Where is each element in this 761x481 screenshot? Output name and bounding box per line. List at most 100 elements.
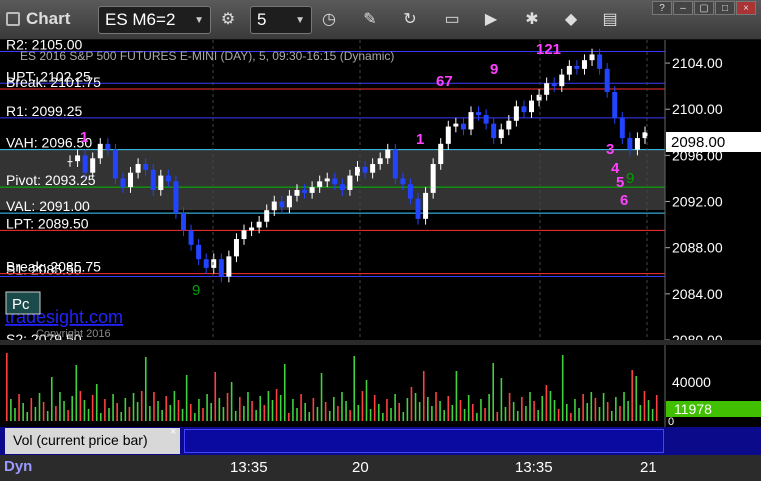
volume-bar: [292, 399, 294, 421]
volume-bar: [508, 393, 511, 421]
candle-body: [82, 155, 88, 173]
candle-body: [241, 230, 247, 240]
candle-body: [634, 138, 640, 150]
candle-body: [158, 175, 164, 190]
volume-bar: [263, 405, 266, 421]
volume-tick: 0: [668, 416, 674, 427]
volume-bar: [361, 391, 364, 421]
y-tick-label: 2100.00: [672, 101, 723, 117]
candle-body: [506, 120, 512, 130]
volume-bar: [128, 407, 131, 421]
volume-bar: [439, 401, 441, 421]
candle-body: [294, 190, 300, 196]
volume-bar: [349, 410, 351, 421]
volume-bar: [496, 412, 499, 421]
candle-body: [551, 83, 557, 87]
volume-bar: [422, 371, 425, 421]
y-tick-label: 2092.00: [672, 194, 723, 210]
volume-bar: [549, 391, 552, 421]
volume-bar: [521, 397, 523, 421]
volume-bar: [492, 363, 495, 421]
candle-body: [196, 244, 202, 260]
clock-icon[interactable]: ◷: [316, 7, 342, 33]
candle-body: [233, 239, 239, 257]
price-chart[interactable]: R2: 2105.00 UPT: 2102.25 Break: 2101.75 R1:…: [0, 37, 761, 348]
volume-bar: [136, 402, 139, 421]
volume-panel-area: [184, 429, 664, 453]
volume-bar: [402, 412, 405, 421]
volume-bar: [161, 410, 163, 421]
chart-header: ES 2016 S&P 500 FUTURES E-MINI (DAY), 5,…: [20, 49, 394, 63]
volume-bar: [443, 410, 445, 421]
candle-body: [536, 94, 542, 101]
volume-tick: 40000: [672, 374, 711, 390]
volume-bar: [165, 396, 168, 421]
volume-bar: [79, 391, 82, 421]
refresh-icon[interactable]: ↻: [397, 7, 423, 33]
settings-icon[interactable]: ✱: [519, 7, 545, 33]
bars-icon[interactable]: ▤: [597, 7, 623, 33]
y-tick-label: 2080.00: [672, 332, 723, 340]
interval-combo[interactable]: 5 ▼: [250, 6, 312, 34]
candle-body: [521, 106, 527, 113]
volume-bar: [582, 394, 584, 421]
close-icon[interactable]: ×: [170, 426, 176, 438]
candle-body: [574, 65, 580, 69]
help-icon[interactable]: ?: [652, 1, 672, 15]
volume-bar: [586, 403, 589, 421]
marker-label: 121: [536, 41, 561, 58]
volume-bar: [194, 413, 196, 421]
marker-label: 1: [416, 131, 424, 148]
volume-bar: [275, 389, 278, 421]
marker-label: 6: [620, 192, 628, 209]
candle-body: [400, 178, 406, 185]
volume-bar: [655, 395, 658, 421]
volume-panel-label[interactable]: Vol (current price bar): [5, 428, 180, 454]
volume-bar: [357, 405, 360, 421]
symbol-combo[interactable]: ES M6=2 ▼: [98, 6, 211, 34]
volume-bar: [59, 392, 61, 421]
volume-bar: [377, 404, 380, 421]
pin-icon[interactable]: ▢: [694, 1, 714, 15]
minimize-icon[interactable]: –: [673, 1, 693, 15]
volume-bar: [639, 405, 642, 421]
volume-bar: [243, 406, 245, 421]
volume-bar: [333, 397, 335, 421]
volume-bar: [169, 405, 172, 421]
candle-body: [173, 181, 179, 214]
volume-bar: [406, 398, 409, 421]
volume-bar: [173, 391, 176, 421]
maximize-icon[interactable]: □: [715, 1, 735, 15]
volume-bar: [95, 384, 98, 421]
candle-body: [324, 178, 330, 182]
candle-body: [226, 256, 232, 277]
volume-bar: [435, 392, 437, 421]
volume-bar: [87, 409, 90, 421]
volume-bar: [561, 355, 564, 421]
candle-body: [392, 149, 398, 179]
tag-icon[interactable]: ◆: [558, 7, 584, 33]
price-chart-svg: R2: 2105.00UPT: 2102.25Break: 2101.75R1:…: [0, 37, 761, 348]
pencil-icon[interactable]: ✎: [357, 7, 383, 33]
volume-bar: [541, 396, 544, 421]
volume-bar: [100, 413, 102, 421]
candle-body: [415, 198, 421, 219]
volume-bar: [619, 406, 621, 421]
volume-chart-svg: 40000 0 11978: [6, 345, 761, 428]
volume-bar: [353, 356, 356, 421]
interval-value: 5: [257, 10, 267, 29]
volume-bar: [226, 393, 229, 421]
play-icon[interactable]: ▶: [478, 7, 504, 33]
volume-bar: [345, 401, 347, 421]
volume-bar: [341, 392, 343, 421]
export-icon[interactable]: ▭: [439, 7, 465, 33]
dyn-label[interactable]: Dyn: [4, 458, 32, 475]
candle-body: [453, 123, 459, 127]
volume-bar: [112, 394, 114, 421]
volume-chart[interactable]: 40000 0 11978: [0, 345, 761, 428]
close-icon[interactable]: ×: [736, 1, 756, 15]
app-title: Chart: [6, 9, 70, 29]
volume-bar: [247, 392, 249, 421]
volume-bar: [635, 376, 638, 421]
gear-icon[interactable]: ⚙: [215, 7, 241, 33]
